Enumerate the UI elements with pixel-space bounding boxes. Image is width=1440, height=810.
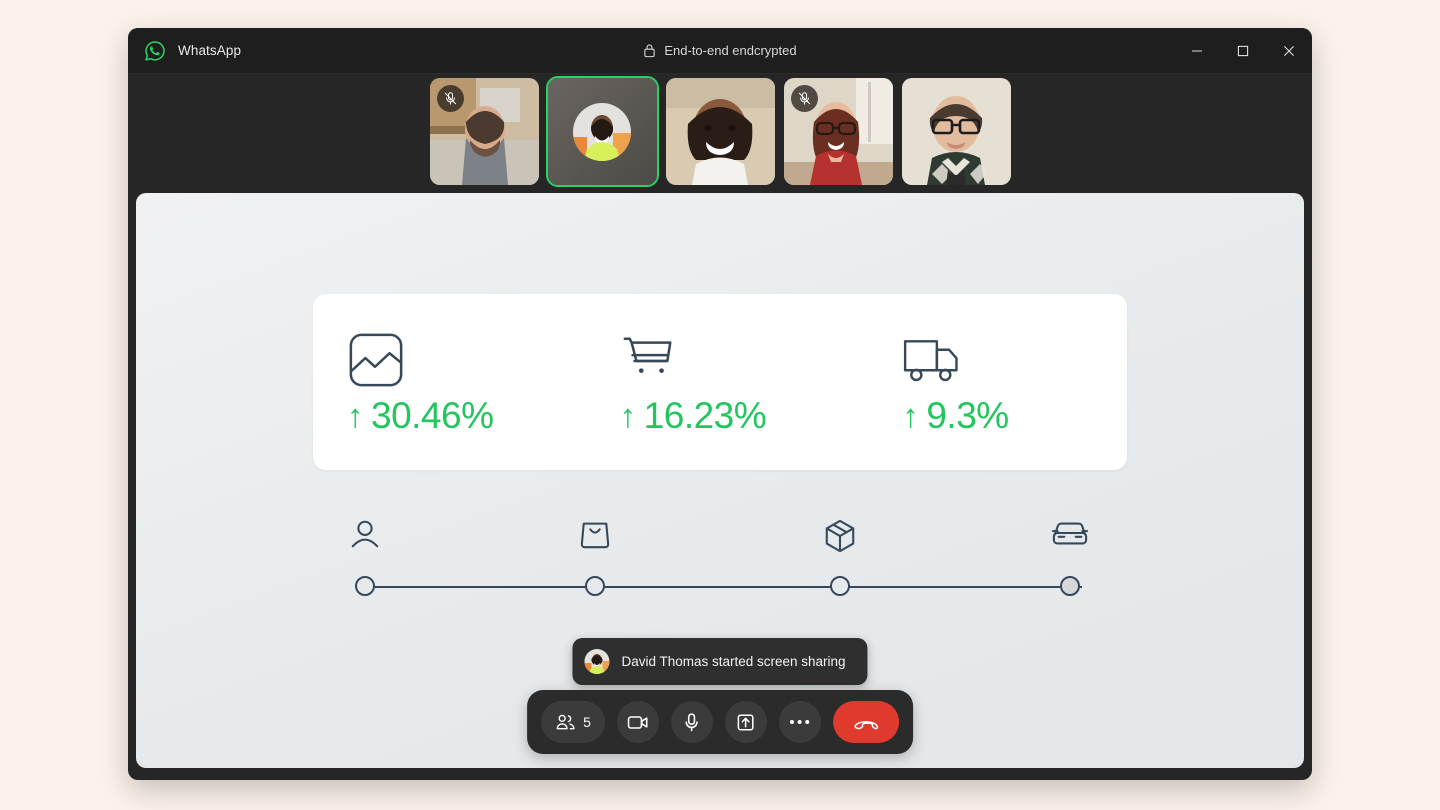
whatsapp-logo-icon (144, 40, 166, 62)
maximize-button[interactable] (1220, 28, 1266, 73)
muted-badge (790, 85, 818, 112)
stat-number: 30.46% (371, 394, 494, 436)
maximize-icon (1237, 45, 1249, 57)
stat-value: ↑ 9.3% (902, 394, 1009, 436)
timeline-node-delivery[interactable] (1059, 576, 1080, 596)
timeline-node-packed[interactable] (830, 576, 851, 596)
share-screen-button[interactable] (724, 701, 767, 743)
ellipsis-icon (789, 719, 810, 725)
up-arrow-icon: ↑ (619, 396, 637, 434)
microphone-toggle-button[interactable] (670, 701, 713, 743)
chart-image-icon (347, 331, 405, 389)
microphone-muted-icon (443, 91, 458, 106)
screen-share-toast: David Thomas started screen sharing (572, 638, 868, 685)
lock-icon (643, 43, 656, 58)
video-camera-icon (627, 714, 649, 731)
encryption-label: End-to-end endcrypted (664, 43, 797, 58)
call-control-bar: 5 (527, 690, 913, 754)
timeline-node-customer[interactable] (355, 576, 376, 596)
end-call-button[interactable] (832, 701, 899, 743)
stat-item-cart: ↑ 16.23% (572, 294, 845, 470)
timeline-track (360, 586, 1082, 588)
participant-video (901, 78, 1011, 185)
stat-value: ↑ 16.23% (620, 397, 767, 434)
order-progress-timeline (351, 518, 1088, 608)
up-arrow-icon: ↑ (902, 396, 919, 434)
avatar (584, 649, 610, 674)
close-button[interactable] (1266, 28, 1312, 73)
microphone-icon (682, 712, 701, 733)
share-screen-icon (736, 713, 755, 732)
participant-tile[interactable] (901, 78, 1011, 185)
more-options-button[interactable] (778, 701, 821, 743)
close-icon (1283, 45, 1295, 57)
shopping-bag-icon (579, 518, 611, 550)
package-box-icon (823, 518, 857, 554)
whatsapp-call-window: WhatsApp End-to-end endcrypted ↑ 30.46% … (128, 28, 1312, 780)
participant-tile[interactable] (783, 78, 893, 185)
title-bar-left: WhatsApp (128, 40, 241, 62)
encryption-indicator: End-to-end endcrypted (128, 28, 1312, 73)
shopping-cart-icon (620, 331, 678, 389)
title-bar: WhatsApp End-to-end endcrypted (128, 28, 1312, 74)
people-icon (555, 713, 576, 732)
minimize-button[interactable] (1174, 28, 1220, 73)
participant-count: 5 (583, 714, 591, 730)
toast-message: David Thomas started screen sharing (621, 654, 846, 669)
participant-tile[interactable] (429, 78, 539, 185)
app-title: WhatsApp (178, 43, 242, 58)
microphone-muted-icon (797, 91, 812, 106)
stat-number: 16.23% (643, 394, 767, 436)
participants-button[interactable]: 5 (541, 701, 605, 743)
stats-card: ↑ 30.46% ↑ 16.23% ↑ 9.3% (313, 294, 1127, 470)
participant-thumbnail-strip (128, 74, 1312, 189)
muted-badge (436, 85, 464, 112)
camera-toggle-button[interactable] (616, 701, 659, 743)
stat-item-delivery: ↑ 9.3% (844, 294, 1127, 470)
window-controls (1174, 28, 1312, 73)
participant-video (665, 78, 775, 185)
participant-tile-active-speaker[interactable] (545, 76, 659, 187)
shared-screen-content: ↑ 30.46% ↑ 16.23% ↑ 9.3% David Thomas st… (136, 193, 1304, 768)
participant-tile[interactable] (665, 78, 775, 185)
car-icon (1051, 518, 1088, 548)
avatar (573, 102, 631, 161)
stat-value: ↑ 30.46% (347, 397, 494, 434)
timeline-icons (351, 518, 1088, 564)
stat-item-traffic: ↑ 30.46% (313, 294, 572, 470)
end-call-icon (852, 715, 880, 730)
minimize-icon (1191, 45, 1203, 57)
up-arrow-icon: ↑ (347, 396, 364, 434)
stat-number: 9.3% (926, 394, 1009, 436)
timeline-node-order[interactable] (585, 576, 606, 596)
delivery-truck-icon (902, 331, 968, 389)
person-icon (349, 518, 381, 550)
